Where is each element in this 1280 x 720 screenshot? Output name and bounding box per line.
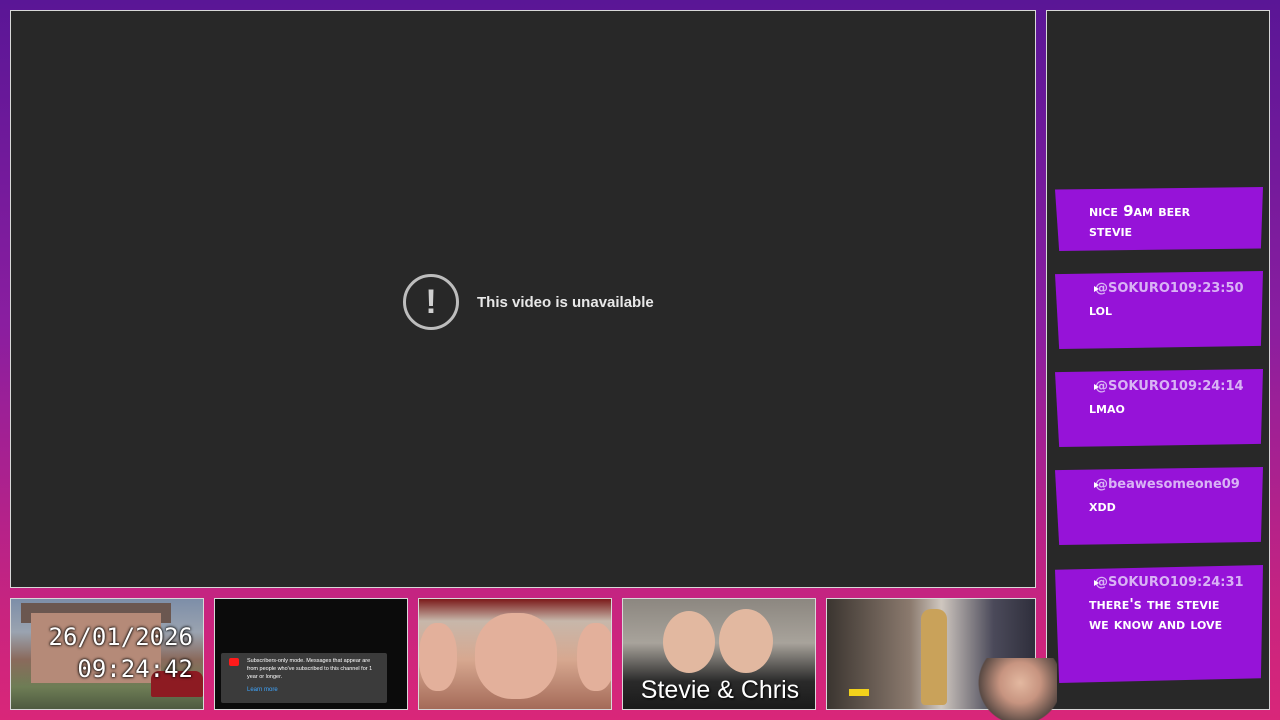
person-image: [663, 611, 715, 673]
chat-message-text: XDD: [1089, 497, 1116, 515]
chat-author: @SOKURO109:24:14: [1095, 379, 1244, 394]
chat-message-text: LOL: [1089, 301, 1112, 319]
thumbnail-caption: Stevie & Chris: [640, 676, 800, 704]
face-image: [577, 623, 611, 691]
chat-message-text: There's the stevie we know and love: [1089, 595, 1223, 633]
learn-more-link[interactable]: Learn more: [247, 687, 381, 693]
chat-author: @beawesomeone09: [1095, 477, 1240, 492]
game-character-image: [921, 609, 947, 705]
chat-message: @SOKURO109:24:31 There's the stevie we k…: [1055, 565, 1263, 683]
notice-text: Subscribers-only mode. Messages that app…: [247, 658, 373, 680]
chat-message-text: nice 9am beer stevie: [1089, 202, 1191, 240]
chat-panel: nice 9am beer stevie @SOKURO109:23:50 LO…: [1046, 10, 1270, 710]
face-image: [419, 623, 457, 691]
video-player[interactable]: ! This video is unavailable: [10, 10, 1036, 588]
chat-message: @beawesomeone09 XDD: [1055, 467, 1263, 545]
error-message: This video is unavailable: [477, 293, 654, 311]
person-image: [719, 609, 773, 673]
thumbnail-stevie-chris[interactable]: Stevie & Chris: [622, 598, 816, 710]
alert-icon: !: [403, 274, 459, 330]
chat-message: @SOKURO109:24:14 LMAO: [1055, 369, 1263, 447]
webcam-overlay: [975, 658, 1057, 720]
chat-author: @SOKURO109:23:50: [1095, 281, 1244, 296]
video-error: ! This video is unavailable: [403, 273, 654, 331]
youtube-icon: [229, 658, 239, 666]
clock-time: 09:24:42: [77, 655, 193, 683]
thumbnail-face-warp[interactable]: [418, 598, 612, 710]
play-button-image: [849, 689, 869, 696]
face-image: [475, 613, 557, 699]
chat-author: @SOKURO109:24:31: [1095, 575, 1244, 590]
thumbnail-outdoor-camera[interactable]: 26/01/2026 09:24:42: [10, 598, 204, 710]
clock-overlay: 26/01/2026 09:24:42: [11, 621, 203, 685]
chat-message: nice 9am beer stevie: [1055, 187, 1263, 251]
thumbnail-chat-notice[interactable]: Subscribers-only mode. Messages that app…: [214, 598, 408, 710]
chat-message-text: LMAO: [1089, 399, 1125, 417]
chat-message: @SOKURO109:23:50 LOL: [1055, 271, 1263, 349]
clock-date: 26/01/2026: [48, 623, 194, 651]
subscribers-only-notice: Subscribers-only mode. Messages that app…: [221, 653, 387, 703]
